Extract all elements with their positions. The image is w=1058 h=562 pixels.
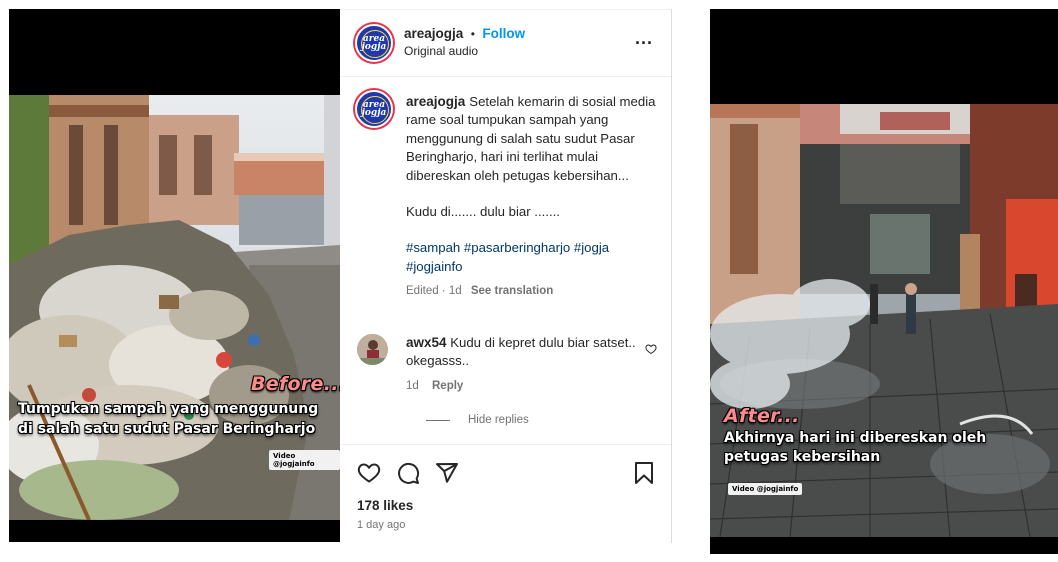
after-caption-line-2: petugas kebersihan [724,449,881,465]
edited-label: Edited · 1d [406,285,462,298]
after-video-frame [710,104,1058,537]
comment-icon [398,462,420,484]
share-button[interactable] [435,461,459,490]
comment-like-icon[interactable] [645,342,657,360]
hide-replies-dash [426,419,450,421]
bookmark-icon [635,462,653,484]
post-header: area jogja areajogja • Follow Original a… [341,10,671,77]
save-button[interactable] [633,461,655,490]
after-caption-line-1: Akhirnya hari ini dibereskan oleh [724,430,987,446]
audio-label[interactable]: Original audio [404,44,478,58]
hide-replies-button[interactable]: Hide replies [426,414,529,426]
follow-button[interactable]: Follow [482,26,525,41]
likes-count[interactable]: 178 likes [357,498,413,513]
comment-username[interactable]: awx54 [406,335,447,350]
more-options-icon[interactable]: ... [635,28,653,49]
like-button[interactable] [357,461,381,490]
comment-button[interactable] [396,461,420,490]
caption-gap [406,185,656,203]
before-caption-line-1: Tumpukan sampah yang menggunung [18,401,319,417]
caption-username[interactable]: areajogja [406,94,465,109]
commenter-avatar-image [357,334,388,365]
before-caption-title: Before... [251,373,340,395]
before-video-credit: Video @jogjainfo [269,450,340,470]
profile-avatar[interactable]: area jogja [355,24,393,62]
caption-avatar[interactable]: area jogja [355,90,393,128]
market-cleaning-image [710,104,1058,537]
heart-icon [357,463,381,483]
heart-outline-icon [645,344,657,355]
comment-meta: 1d Reply [406,377,646,395]
post-panel: area jogja areajogja • Follow Original a… [341,9,672,543]
caption-hashtags[interactable]: #sampah #pasarberingharjo #jogja #jogjai… [406,239,656,276]
header-separator: • [470,27,475,41]
header-title-row: areajogja • Follow [404,25,525,43]
comment-time: 1d [406,379,419,392]
comment-body: awx54 Kudu di kepret dulu biar satset.. … [406,334,646,395]
see-translation-link[interactable]: See translation [471,285,553,297]
post-caption: areajogja Setelah kemarin di sosial media… [406,93,656,301]
share-icon [436,463,458,483]
avatar-ring [361,96,389,124]
before-caption-line-2: di salah satu sudut Pasar Beringharjo [18,421,316,437]
caption-gap [406,221,656,239]
hide-replies-label: Hide replies [468,414,529,426]
caption-text-2: Kudu di....... dulu biar ....... [406,204,560,220]
after-video[interactable]: After... Akhirnya hari ini dibereskan ol… [710,9,1058,554]
post-time: 1 day ago [357,519,406,531]
caption-meta: Edited · 1d See translation [406,282,656,300]
comment-reply-button[interactable]: Reply [432,380,463,392]
after-video-credit: Video @jogjainfo [728,483,803,495]
avatar-ring [361,30,389,58]
commenter-avatar[interactable] [357,334,388,365]
after-caption-title: After... [724,405,800,427]
header-username[interactable]: areajogja [404,26,463,41]
before-video[interactable]: Before... Tumpukan sampah yang menggunun… [9,9,340,542]
